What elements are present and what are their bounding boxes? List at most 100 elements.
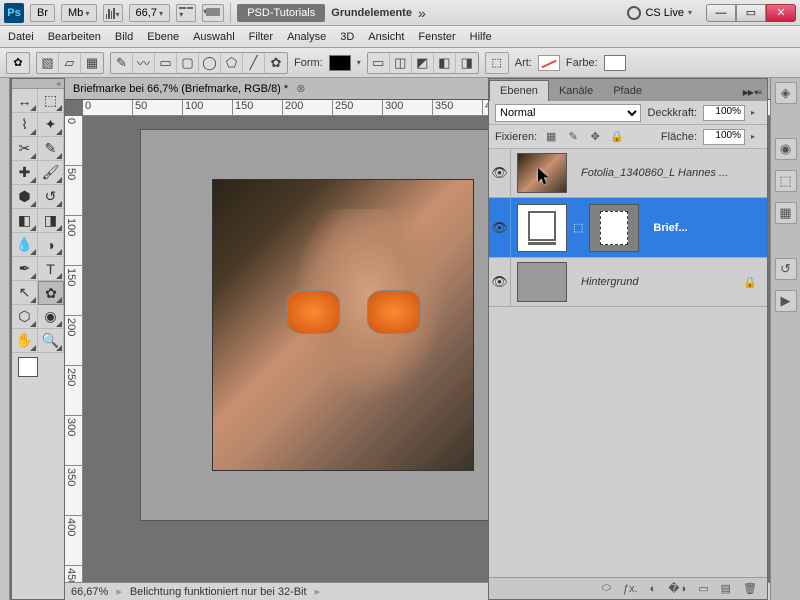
link-icon[interactable]: ⬚ (485, 52, 509, 74)
layer-thumbnail[interactable] (517, 153, 567, 193)
group-icon[interactable]: ▭ (698, 582, 708, 595)
polygon-icon[interactable]: ⬠ (221, 53, 243, 73)
link-layers-icon[interactable]: ⬭ (602, 582, 611, 595)
tab-close-icon[interactable]: ⊗ (296, 82, 305, 95)
move-tool[interactable]: ↔ (12, 89, 38, 113)
layer-name[interactable]: Hintergrund (573, 276, 743, 288)
menu-analyse[interactable]: Analyse (287, 31, 326, 43)
view-extras-button[interactable] (103, 4, 123, 22)
brush-tool[interactable]: 🖌 (38, 161, 64, 185)
mask-icon[interactable]: ◐ (650, 583, 657, 595)
eyedropper-tool[interactable]: ✎ (38, 137, 64, 161)
color-swatches[interactable] (12, 353, 64, 393)
opacity-value[interactable]: 100% (703, 105, 745, 121)
mask-thumbnail[interactable] (589, 204, 639, 252)
layers-dock-icon[interactable]: ◈ (775, 82, 797, 104)
fill-pixels-button[interactable]: ▦ (81, 53, 103, 73)
marquee-tool[interactable]: ⬚ (38, 89, 64, 113)
status-zoom[interactable]: 66,67% (71, 586, 108, 598)
visibility-icon[interactable]: 👁 (489, 198, 511, 257)
stamp-tool[interactable]: ⬢ (12, 185, 38, 209)
shape-tool[interactable]: ✿ (38, 281, 64, 305)
current-tool-icon[interactable]: ✿ (6, 52, 30, 74)
bridge-button[interactable]: Br (30, 4, 55, 22)
intersect-shape-icon[interactable]: ◧ (434, 53, 456, 73)
history-dock-icon[interactable]: ↺ (775, 258, 797, 280)
maximize-button[interactable]: ▭ (736, 4, 766, 22)
blend-mode-select[interactable]: Normal (495, 104, 641, 122)
minimize-button[interactable]: — (706, 4, 736, 22)
subtract-shape-icon[interactable]: ◩ (412, 53, 434, 73)
menu-fenster[interactable]: Fenster (418, 31, 455, 43)
3d-tool[interactable]: ⬡ (12, 305, 38, 329)
exclude-shape-icon[interactable]: ◨ (456, 53, 478, 73)
visibility-icon[interactable]: 👁 (489, 258, 511, 306)
layer-thumbnail[interactable] (517, 204, 567, 252)
color-dock-icon[interactable]: ◉ (775, 138, 797, 160)
layer-row[interactable]: 👁 Hintergrund 🔒 (489, 258, 767, 307)
status-arrow-icon[interactable]: ▸ (315, 585, 321, 598)
toolbox-collapse-icon[interactable]: « (12, 79, 64, 89)
menu-datei[interactable]: Datei (8, 31, 34, 43)
fill-arrow-icon[interactable]: ▸ (751, 132, 761, 141)
menu-auswahl[interactable]: Auswahl (193, 31, 235, 43)
gradient-tool[interactable]: ◨ (38, 209, 64, 233)
shape-layers-button[interactable]: ▧ (37, 53, 59, 73)
pen-tool[interactable]: ✒ (12, 257, 38, 281)
lock-transparent-icon[interactable]: ▦ (543, 129, 559, 145)
tab-ebenen[interactable]: Ebenen (489, 80, 549, 101)
add-shape-icon[interactable]: ◫ (390, 53, 412, 73)
shape-preview[interactable] (329, 55, 351, 71)
tutorials-tag[interactable]: PSD-Tutorials (237, 4, 325, 22)
menu-bild[interactable]: Bild (115, 31, 133, 43)
menu-3d[interactable]: 3D (340, 31, 354, 43)
screen-mode-button[interactable] (202, 4, 224, 22)
type-tool[interactable]: T (38, 257, 64, 281)
actions-dock-icon[interactable]: ▶ (775, 290, 797, 312)
delete-layer-icon[interactable]: 🗑 (743, 582, 757, 595)
minibridge-button[interactable]: Mb (61, 4, 97, 22)
panel-menu-icon[interactable]: ▶▶ ▾≡ (737, 84, 767, 101)
fill-value[interactable]: 100% (703, 129, 745, 145)
zoom-tool[interactable]: 🔍 (38, 329, 64, 353)
new-layer-icon[interactable]: ▤ (721, 582, 731, 595)
menu-ansicht[interactable]: Ansicht (368, 31, 404, 43)
workspace-label[interactable]: Grundelemente (331, 7, 412, 19)
layer-name[interactable]: Brief... (645, 222, 767, 234)
eraser-tool[interactable]: ◧ (12, 209, 38, 233)
hand-tool[interactable]: ✋ (12, 329, 38, 353)
workspace-chevron-icon[interactable]: » (418, 5, 423, 21)
blur-tool[interactable]: 💧 (12, 233, 38, 257)
layer-row[interactable]: 👁 ⬚ Brief... (489, 198, 767, 258)
rect-icon[interactable]: ▭ (155, 53, 177, 73)
cslive-button[interactable]: CS Live ▾ (627, 6, 692, 20)
freeform-pen-icon[interactable]: 〰 (133, 53, 155, 73)
link-mask-icon[interactable]: ⬚ (573, 221, 583, 234)
vertical-ruler[interactable]: 050100150200250300350400450 (65, 116, 83, 582)
menu-hilfe[interactable]: Hilfe (470, 31, 492, 43)
ellipse-icon[interactable]: ◯ (199, 53, 221, 73)
stroke-style[interactable] (538, 55, 560, 71)
pen-icon[interactable]: ✎ (111, 53, 133, 73)
custom-shape-icon[interactable]: ✿ (265, 53, 287, 73)
tab-kanaele[interactable]: Kanäle (549, 81, 603, 101)
zoom-level-dropdown[interactable]: 66,7 (129, 4, 171, 22)
tab-pfade[interactable]: Pfade (603, 81, 652, 101)
foreground-color[interactable] (18, 357, 38, 377)
styles-dock-icon[interactable]: ▦ (775, 202, 797, 224)
opacity-arrow-icon[interactable]: ▸ (751, 108, 761, 117)
3d-camera-tool[interactable]: ◉ (38, 305, 64, 329)
layer-thumbnail[interactable] (517, 262, 567, 302)
heal-tool[interactable]: ✚ (12, 161, 38, 185)
line-icon[interactable]: ╱ (243, 53, 265, 73)
ps-logo[interactable]: Ps (4, 3, 24, 23)
menu-filter[interactable]: Filter (249, 31, 273, 43)
roundrect-icon[interactable]: ▢ (177, 53, 199, 73)
layer-row[interactable]: 👁 Fotolia_1340860_L Hannes ... (489, 149, 767, 198)
adjustments-dock-icon[interactable]: ⬚ (775, 170, 797, 192)
layer-name[interactable]: Fotolia_1340860_L Hannes ... (573, 167, 767, 179)
lock-pixels-icon[interactable]: ✎ (565, 129, 581, 145)
arrange-docs-button[interactable] (176, 4, 196, 22)
menu-ebene[interactable]: Ebene (147, 31, 179, 43)
menu-bearbeiten[interactable]: Bearbeiten (48, 31, 101, 43)
